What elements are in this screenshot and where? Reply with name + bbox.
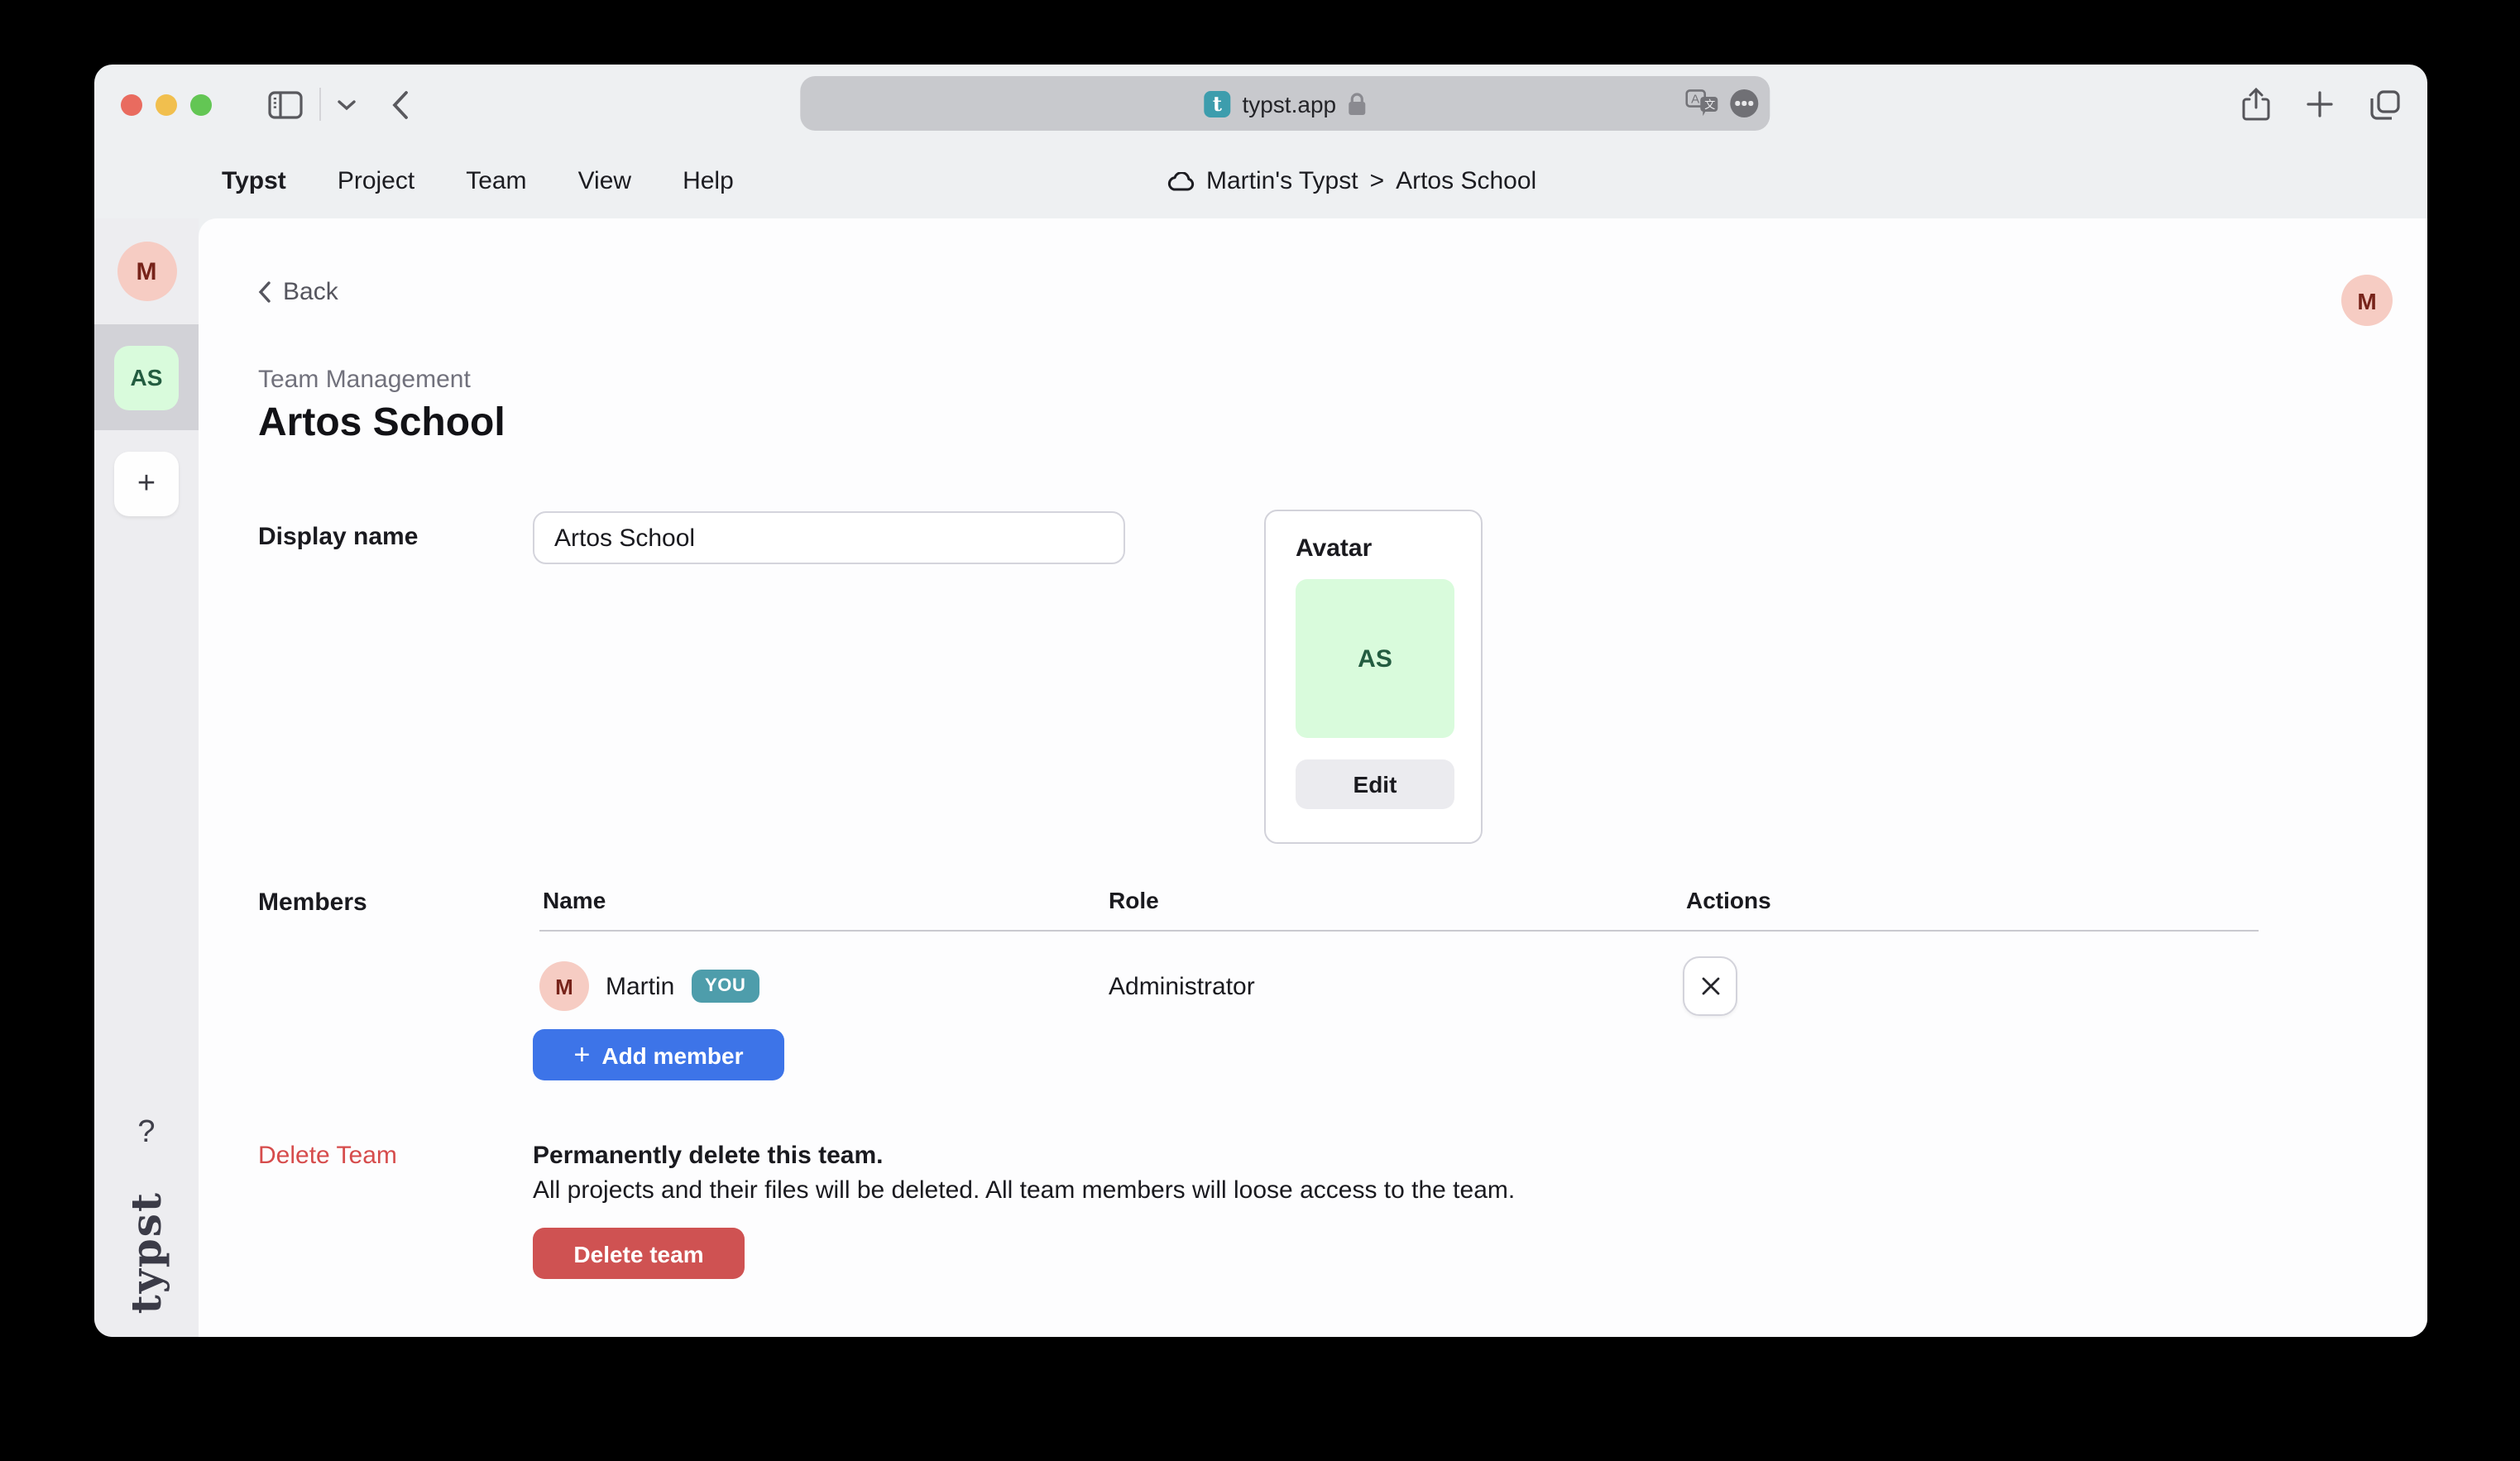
lock-icon (1348, 92, 1366, 115)
app-menubar: Typst Project Team View Help Martin's Ty… (94, 144, 2427, 218)
menu-typst[interactable]: Typst (222, 167, 286, 195)
close-window-button[interactable] (121, 93, 142, 115)
sidebar-toggle-icon[interactable] (268, 90, 303, 118)
add-member-button[interactable]: + Add member (533, 1029, 784, 1080)
add-team-button[interactable]: + (114, 452, 179, 516)
menu-items: Typst Project Team View Help (222, 167, 734, 195)
delete-warning-body: All projects and their files will be del… (533, 1176, 1515, 1205)
menu-help[interactable]: Help (683, 167, 734, 195)
menu-team[interactable]: Team (466, 167, 526, 195)
add-member-label: Add member (601, 1042, 743, 1068)
team-avatar: AS (114, 345, 179, 410)
zoom-window-button[interactable] (190, 93, 212, 115)
column-name: Name (543, 887, 606, 913)
toolbar-right-group (2242, 88, 2401, 121)
address-bar-buttons: A 文 (1685, 76, 1758, 131)
browser-toolbar: t typst.app A (94, 65, 2427, 144)
delete-warning-title: Permanently delete this team. (533, 1142, 884, 1170)
team-avatar-preview: AS (1296, 579, 1454, 738)
display-name-label: Display name (258, 523, 418, 551)
url-text: typst.app (1242, 90, 1336, 117)
address-bar[interactable]: t typst.app A (800, 76, 1770, 131)
more-options-icon[interactable] (1730, 89, 1758, 117)
members-label: Members (258, 889, 367, 917)
table-row: M Martin YOU Administrator (539, 932, 2259, 1037)
remove-member-button[interactable] (1683, 956, 1737, 1016)
typst-logo: typst (122, 1191, 170, 1314)
breadcrumb: Martin's Typst > Artos School (1167, 144, 1536, 218)
sidebar-item-artos-school[interactable]: AS (94, 324, 199, 430)
back-nav-icon[interactable] (392, 90, 409, 118)
account-avatar[interactable]: M (2341, 275, 2393, 326)
chevron-down-icon[interactable] (338, 98, 356, 110)
delete-team-button[interactable]: Delete team (533, 1228, 745, 1279)
traffic-lights (121, 93, 212, 115)
toolbar-separator (319, 88, 321, 121)
new-tab-icon[interactable] (2307, 91, 2333, 117)
content-area: M AS + ? typst Back M Team Manage (94, 218, 2427, 1337)
team-management-panel: Back M Team Management Artos School Disp… (199, 218, 2427, 1337)
user-avatar: M (117, 242, 176, 301)
edit-avatar-button[interactable]: Edit (1296, 759, 1454, 809)
share-icon[interactable] (2242, 88, 2270, 121)
sidebar-item-personal[interactable]: M (94, 218, 199, 324)
page-title: Artos School (258, 400, 505, 447)
breadcrumb-team[interactable]: Artos School (1396, 167, 1536, 195)
menu-view[interactable]: View (578, 167, 632, 195)
minimize-window-button[interactable] (156, 93, 177, 115)
menu-project[interactable]: Project (338, 167, 414, 195)
typst-favicon: t (1204, 90, 1230, 117)
avatar-card: Avatar AS Edit (1264, 510, 1483, 844)
plus-icon: + (573, 1040, 590, 1068)
toolbar-nav-group (268, 88, 409, 121)
members-table-header: Name Role Actions (539, 887, 2259, 920)
translate-icon[interactable]: A 文 (1685, 89, 1720, 117)
display-name-input[interactable] (533, 511, 1125, 564)
member-name: Martin (606, 973, 674, 1001)
team-sidebar: M AS + ? typst (94, 218, 199, 1337)
you-badge: YOU (692, 970, 759, 1003)
member-avatar: M (539, 961, 589, 1011)
address-bar-content: t typst.app (1204, 90, 1366, 117)
browser-window: t typst.app A (94, 65, 2427, 1337)
breadcrumb-separator: > (1370, 167, 1385, 195)
svg-text:A: A (1691, 92, 1699, 106)
screen: t typst.app A (0, 0, 2520, 1461)
avatar-card-title: Avatar (1296, 534, 1451, 563)
members-table: Name Role Actions M Martin YOU Administr… (539, 887, 2259, 1037)
member-role: Administrator (1109, 973, 1255, 1001)
cloud-icon (1167, 171, 1195, 191)
delete-team-label: Delete Team (258, 1142, 397, 1170)
breadcrumb-workspace[interactable]: Martin's Typst (1206, 167, 1358, 195)
section-label: Team Management (258, 366, 471, 394)
column-role: Role (1109, 887, 1159, 913)
column-actions: Actions (1686, 887, 1771, 913)
tab-overview-icon[interactable] (2369, 89, 2401, 120)
back-label: Back (283, 278, 338, 306)
back-link[interactable]: Back (258, 278, 338, 306)
svg-text:文: 文 (1704, 98, 1715, 111)
help-button[interactable]: ? (137, 1115, 155, 1152)
